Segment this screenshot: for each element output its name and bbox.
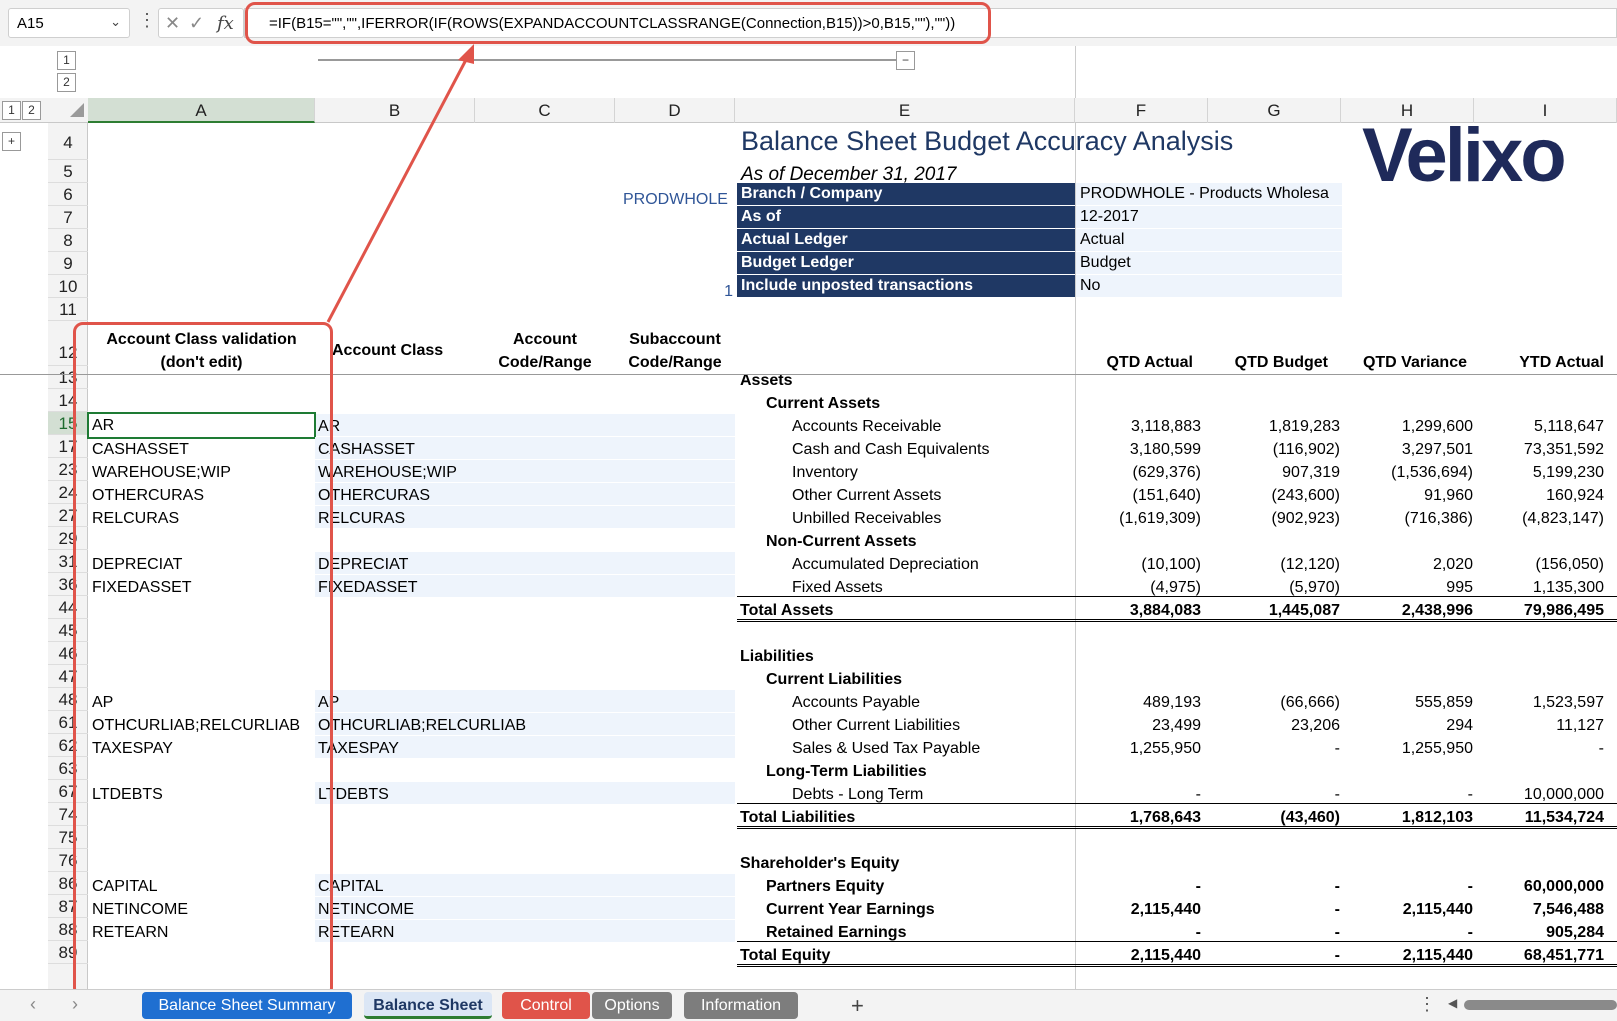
tab-options-icon[interactable]: ⋮ [1418, 994, 1436, 1015]
add-sheet-button[interactable]: + [851, 993, 864, 1019]
horizontal-scrollbar[interactable] [1464, 1000, 1617, 1010]
sheet-tab[interactable]: Balance Sheet Summary [142, 992, 352, 1019]
scroll-left-icon[interactable]: ‹ [30, 994, 36, 1015]
hscroll-left-icon[interactable]: ◀ [1448, 996, 1457, 1010]
annotation-arrow [326, 44, 474, 323]
sheet-tab-bar: ‹ › Balance Sheet Summary Balance Sheet Co… [0, 989, 1617, 1021]
sheet-tab[interactable]: Information [684, 992, 798, 1019]
arrow-line [326, 55, 470, 323]
sheet-tab[interactable]: Options [592, 992, 672, 1019]
sheet-tab[interactable]: Control [502, 992, 590, 1019]
sheet-tab[interactable]: Balance Sheet [364, 992, 492, 1019]
scroll-right-icon[interactable]: › [72, 994, 78, 1015]
arrow-head [458, 44, 474, 64]
